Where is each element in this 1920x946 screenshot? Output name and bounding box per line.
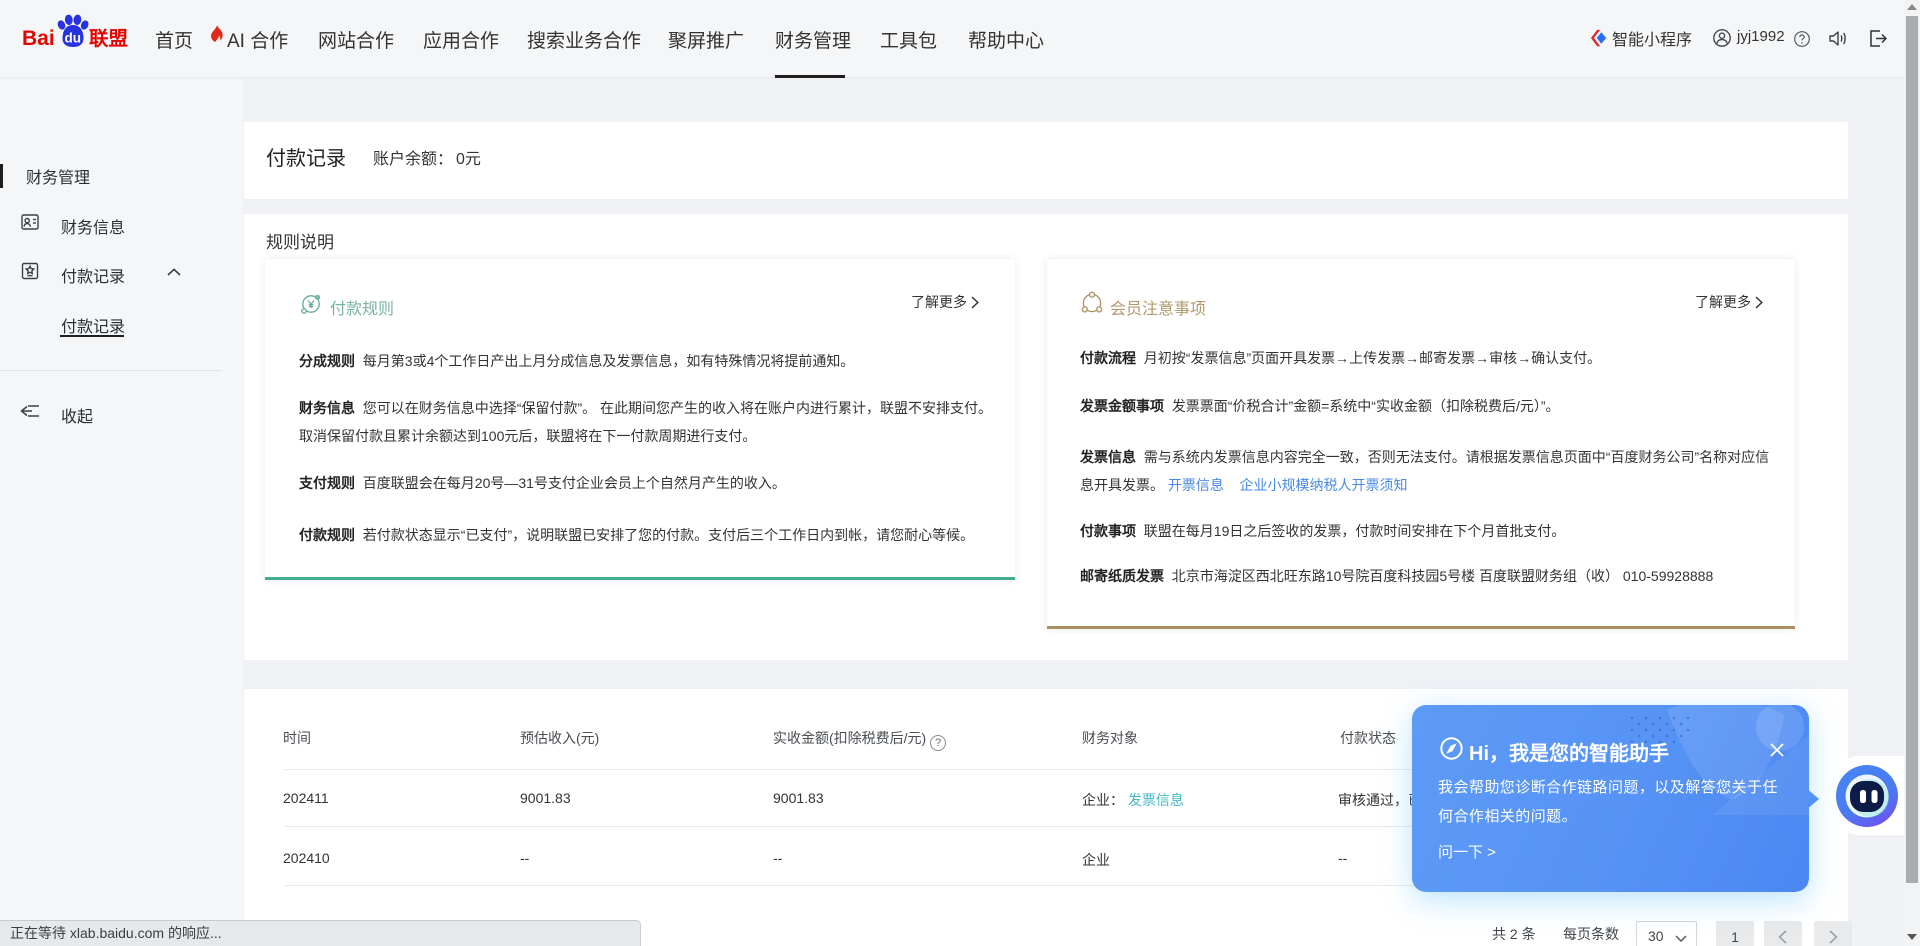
svg-text:Bai: Bai: [22, 27, 55, 50]
svg-text:du: du: [65, 31, 82, 46]
svg-text:联盟: 联盟: [89, 28, 128, 50]
